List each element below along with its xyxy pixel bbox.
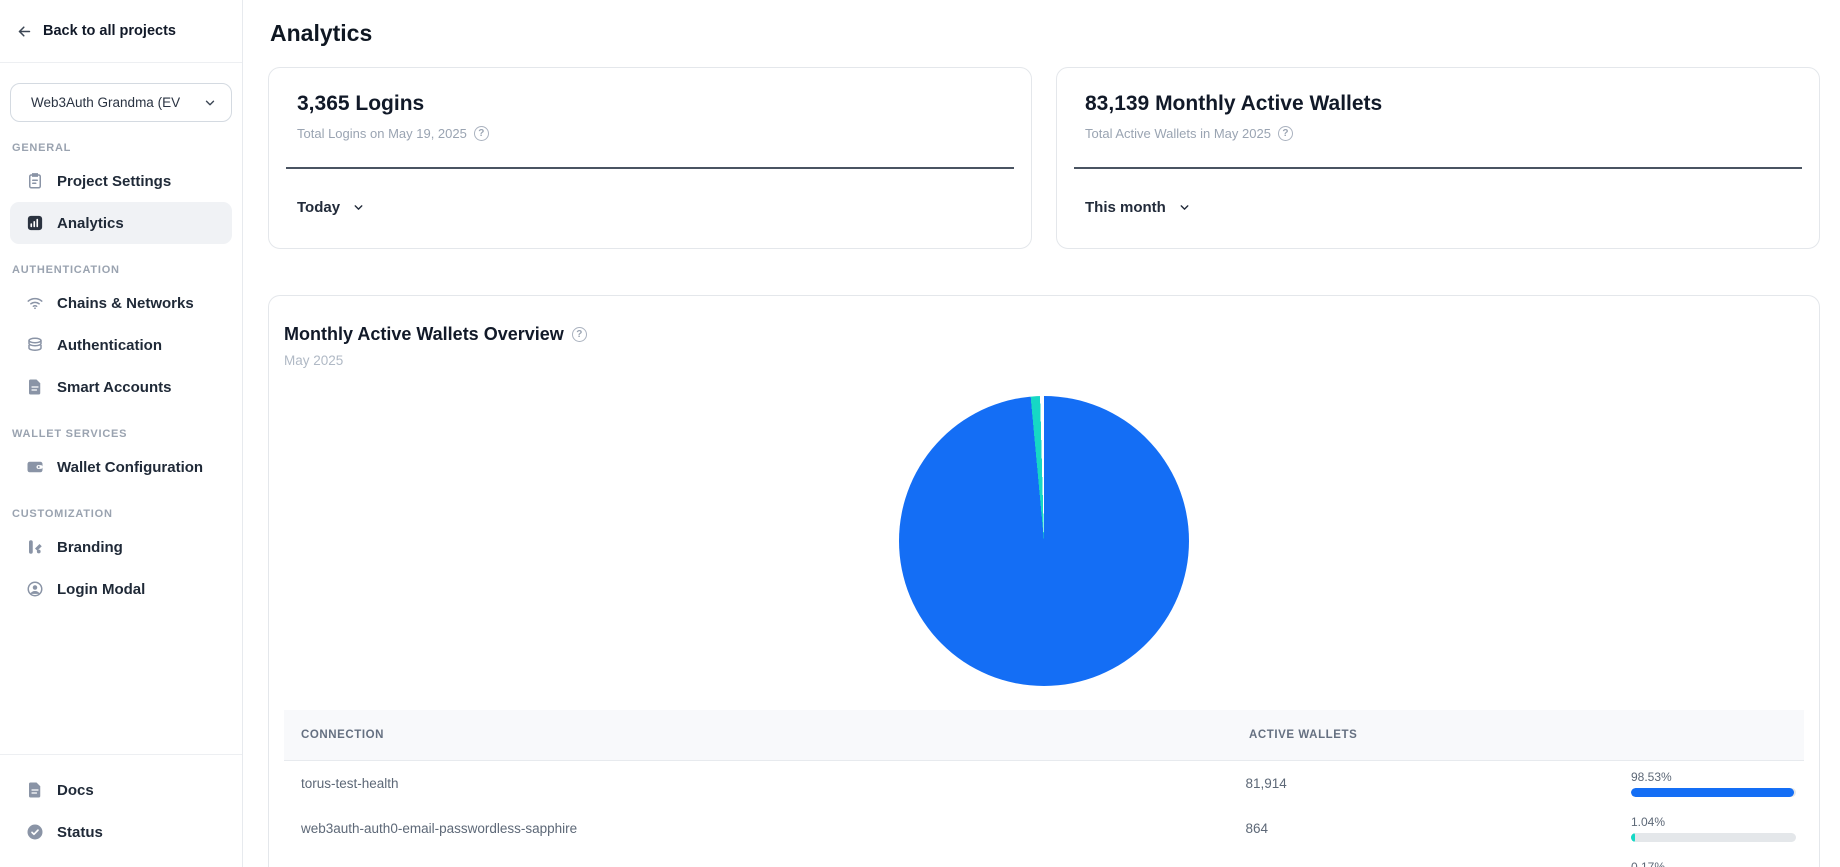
sidebar-item-label: Smart Accounts: [57, 379, 171, 396]
document-icon: [25, 781, 44, 800]
table-row: web3auth-google-sapphire1450.17%: [284, 851, 1804, 867]
branding-icon: [25, 538, 44, 557]
active-wallets-range-label: This month: [1085, 199, 1166, 216]
logins-range-label: Today: [297, 199, 340, 216]
page-title: Analytics: [270, 20, 1820, 47]
database-icon: [25, 336, 44, 355]
project-select-value: Web3Auth Grandma (EV: [31, 95, 180, 110]
sidebar-item-label: Branding: [57, 539, 123, 556]
sidebar-item-label: Docs: [57, 782, 94, 799]
active-wallets-cell: 81,914: [1245, 776, 1631, 791]
sidebar-item-smart-accounts[interactable]: Smart Accounts: [10, 366, 232, 408]
help-icon[interactable]: ?: [572, 327, 587, 342]
sidebar-item-project-settings[interactable]: Project Settings: [10, 160, 232, 202]
wifi-icon: [25, 294, 44, 313]
column-header-active-wallets: Active Wallets: [1249, 729, 1636, 741]
sidebar-item-label: Project Settings: [57, 173, 171, 190]
sidebar-item-authentication[interactable]: Authentication: [10, 324, 232, 366]
check-circle-icon: [25, 823, 44, 842]
help-icon[interactable]: ?: [1278, 126, 1293, 141]
help-icon[interactable]: ?: [474, 126, 489, 141]
arrow-left-icon: [16, 23, 33, 40]
connection-cell: torus-test-health: [284, 776, 1245, 791]
connection-cell: web3auth-auth0-email-passwordless-sapphi…: [284, 821, 1245, 836]
sidebar-section-label: General: [12, 142, 226, 154]
percentage-cell: 1.04%: [1631, 815, 1804, 842]
sidebar-item-label: Wallet Configuration: [57, 459, 203, 476]
sidebar-item-label: Status: [57, 824, 103, 841]
logins-stat-card: 3,365 Logins Total Logins on May 19, 202…: [268, 67, 1032, 249]
back-to-projects-button[interactable]: Back to all projects: [16, 23, 176, 40]
logins-subtitle: Total Logins on May 19, 2025: [297, 126, 467, 141]
table-row: torus-test-health81,91498.53%: [284, 761, 1804, 806]
percentage-cell: 0.17%: [1631, 860, 1804, 867]
percentage-bar-fill: [1631, 833, 1635, 842]
user-circle-icon: [25, 580, 44, 599]
main-content: Analytics 3,365 Logins Total Logins on M…: [243, 0, 1840, 867]
sidebar-nav: Web3Auth Grandma (EV General Project Sett…: [0, 63, 242, 754]
pie-chart-container: [284, 396, 1804, 686]
percentage-bar-fill: [1631, 788, 1794, 797]
connections-table: Connection Active Wallets torus-test-hea…: [284, 710, 1804, 867]
percentage-label: 98.53%: [1631, 770, 1796, 784]
sidebar-item-docs[interactable]: Docs: [10, 769, 232, 811]
sidebar-item-label: Login Modal: [57, 581, 145, 598]
app-root: Back to all projects Web3Auth Grandma (E…: [0, 0, 1840, 867]
sidebar-item-analytics[interactable]: Analytics: [10, 202, 232, 244]
chevron-down-icon: [1178, 201, 1191, 214]
sidebar-item-status[interactable]: Status: [10, 811, 232, 853]
clipboard-icon: [25, 172, 44, 191]
sidebar-item-wallet-configuration[interactable]: Wallet Configuration: [10, 446, 232, 488]
sidebar-item-chains-networks[interactable]: Chains & Networks: [10, 282, 232, 324]
active-wallets-range-dropdown[interactable]: This month: [1085, 199, 1191, 216]
sidebar: Back to all projects Web3Auth Grandma (E…: [0, 0, 243, 867]
logins-value: 3,365 Logins: [297, 92, 1003, 116]
stat-cards-row: 3,365 Logins Total Logins on May 19, 202…: [268, 67, 1820, 249]
active-wallets-stat-card: 83,139 Monthly Active Wallets Total Acti…: [1056, 67, 1820, 249]
document-icon: [25, 378, 44, 397]
percentage-bar-track: [1631, 833, 1796, 842]
sidebar-footer: Docs Status: [0, 754, 242, 867]
active-wallets-cell: 864: [1245, 821, 1631, 836]
chevron-down-icon: [352, 201, 365, 214]
project-select[interactable]: Web3Auth Grandma (EV: [10, 83, 232, 122]
sidebar-item-label: Analytics: [57, 215, 124, 232]
sidebar-header: Back to all projects: [0, 0, 242, 63]
table-header-row: Connection Active Wallets: [284, 710, 1804, 761]
table-row: web3auth-auth0-email-passwordless-sapphi…: [284, 806, 1804, 851]
percentage-bar-track: [1631, 788, 1796, 797]
logins-range-dropdown[interactable]: Today: [297, 199, 365, 216]
overview-subtitle: May 2025: [284, 353, 1804, 368]
wallet-icon: [25, 458, 44, 477]
back-to-projects-label: Back to all projects: [43, 23, 176, 39]
chevron-down-icon: [203, 96, 217, 110]
active-wallets-subtitle: Total Active Wallets in May 2025: [1085, 126, 1271, 141]
sidebar-item-branding[interactable]: Branding: [10, 526, 232, 568]
percentage-label: 1.04%: [1631, 815, 1796, 829]
analytics-icon: [25, 214, 44, 233]
sidebar-section-label: Customization: [12, 508, 226, 520]
chart-axis-line: [1074, 167, 1802, 169]
monthly-active-wallets-overview-card: Monthly Active Wallets Overview ? May 20…: [268, 295, 1820, 867]
sidebar-section-label: Wallet Services: [12, 428, 226, 440]
column-header-connection: Connection: [284, 729, 1249, 741]
sidebar-item-login-modal[interactable]: Login Modal: [10, 568, 232, 610]
active-wallets-value: 83,139 Monthly Active Wallets: [1085, 92, 1791, 116]
overview-title: Monthly Active Wallets Overview: [284, 324, 564, 345]
chart-axis-line: [286, 167, 1014, 169]
active-wallets-pie-chart[interactable]: [899, 396, 1189, 686]
sidebar-section-label: Authentication: [12, 264, 226, 276]
percentage-cell: 98.53%: [1631, 770, 1804, 797]
percentage-label: 0.17%: [1631, 860, 1796, 867]
sidebar-item-label: Authentication: [57, 337, 162, 354]
sidebar-item-label: Chains & Networks: [57, 295, 194, 312]
